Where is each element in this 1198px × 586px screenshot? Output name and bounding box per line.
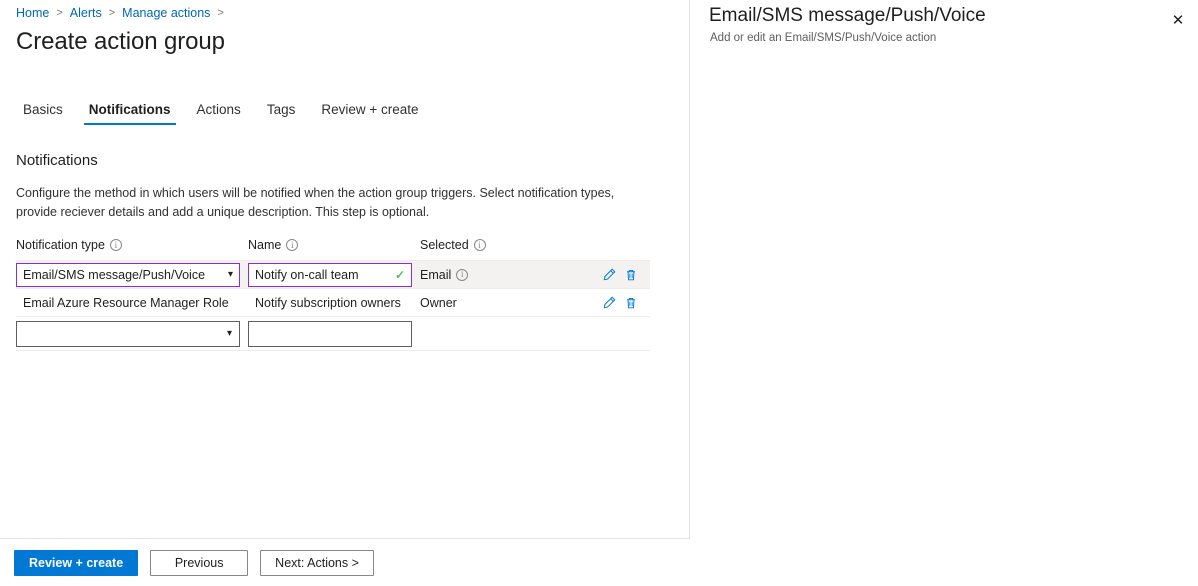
breadcrumb-separator-icon: > [109,7,115,19]
breadcrumb-separator-icon: > [56,7,62,19]
notification-type-value: Email/SMS message/Push/Voice [23,268,205,282]
previous-button[interactable]: Previous [150,550,248,576]
column-header-label: Selected [420,238,469,252]
notification-type-select[interactable]: Email/SMS message/Push/Voice ▾ [16,263,240,287]
cell-notification-type: Email Azure Resource Manager Role [16,296,248,310]
wizard-footer: Review + create Previous Next: Actions > [0,538,690,586]
review-create-button[interactable]: Review + create [14,550,138,576]
page-title: Create action group [16,28,225,56]
info-icon[interactable]: i [110,239,122,251]
chevron-down-icon: ▾ [227,329,232,339]
valid-check-icon: ✓ [395,269,405,281]
notification-name-value: Notify on-call team [255,268,359,282]
panel-subtitle: Add or edit an Email/SMS/Push/Voice acti… [710,32,936,44]
cell-name: Notify on-call team ✓ [248,263,420,287]
table-row: Email/SMS message/Push/Voice ▾ Notify on… [16,260,650,288]
breadcrumb-item-manage-actions[interactable]: Manage actions [122,6,210,20]
info-icon[interactable]: i [286,239,298,251]
delete-icon[interactable] [624,296,638,310]
email-sms-push-voice-panel: Email/SMS message/Push/Voice Add or edit… [691,0,1198,586]
info-icon[interactable]: i [456,269,468,281]
table-bottom-divider [16,350,650,351]
column-header-name: Name i [248,238,420,252]
edit-icon[interactable] [602,268,616,282]
breadcrumb-item-alerts[interactable]: Alerts [70,6,102,20]
create-action-group-pane: Home > Alerts > Manage actions > Create … [0,0,690,586]
chevron-down-icon: ▾ [228,270,233,280]
azure-portal-screen: Home > Alerts > Manage actions > Create … [0,0,1198,586]
new-notification-name-input[interactable] [248,321,412,347]
delete-icon[interactable] [624,268,638,282]
column-header-label: Notification type [16,238,105,252]
section-title: Notifications [16,152,98,169]
wizard-tabs: Basics Notifications Actions Tags Review… [18,102,432,125]
info-icon[interactable]: i [474,239,486,251]
cell-row-actions [602,268,650,282]
section-description: Configure the method in which users will… [16,184,636,222]
edit-icon[interactable] [602,296,616,310]
cell-name: Notify subscription owners [248,296,420,310]
tab-actions[interactable]: Actions [184,102,254,125]
column-header-label: Name [248,238,281,252]
breadcrumb-separator-icon: > [217,7,223,19]
tab-notifications[interactable]: Notifications [76,102,184,125]
cell-notification-type: Email/SMS message/Push/Voice ▾ [16,263,248,287]
tab-tags[interactable]: Tags [254,102,309,125]
breadcrumb: Home > Alerts > Manage actions > [16,6,231,20]
cell-row-actions [602,296,650,310]
new-notification-type-select[interactable]: ▾ [16,321,240,347]
close-icon[interactable]: ✕ [1167,9,1189,31]
tab-review-create[interactable]: Review + create [308,102,431,125]
cell-selected: Owner [420,296,602,310]
column-header-selected: Selected i [420,238,650,252]
breadcrumb-item-home[interactable]: Home [16,6,49,20]
column-header-notification-type: Notification type i [16,238,248,252]
cell-selected: Email i [420,268,602,282]
selected-value: Owner [420,296,457,310]
next-actions-button[interactable]: Next: Actions > [260,550,374,576]
table-row: Email Azure Resource Manager Role Notify… [16,288,650,316]
table-row-new: ▾ [16,316,650,350]
notification-name-input[interactable]: Notify on-call team ✓ [248,263,412,287]
table-header: Notification type i Name i Selected i [16,238,650,260]
selected-value: Email [420,268,451,282]
panel-title: Email/SMS message/Push/Voice [709,5,986,27]
notifications-table: Notification type i Name i Selected i Em… [16,238,650,351]
tab-basics[interactable]: Basics [18,102,76,125]
